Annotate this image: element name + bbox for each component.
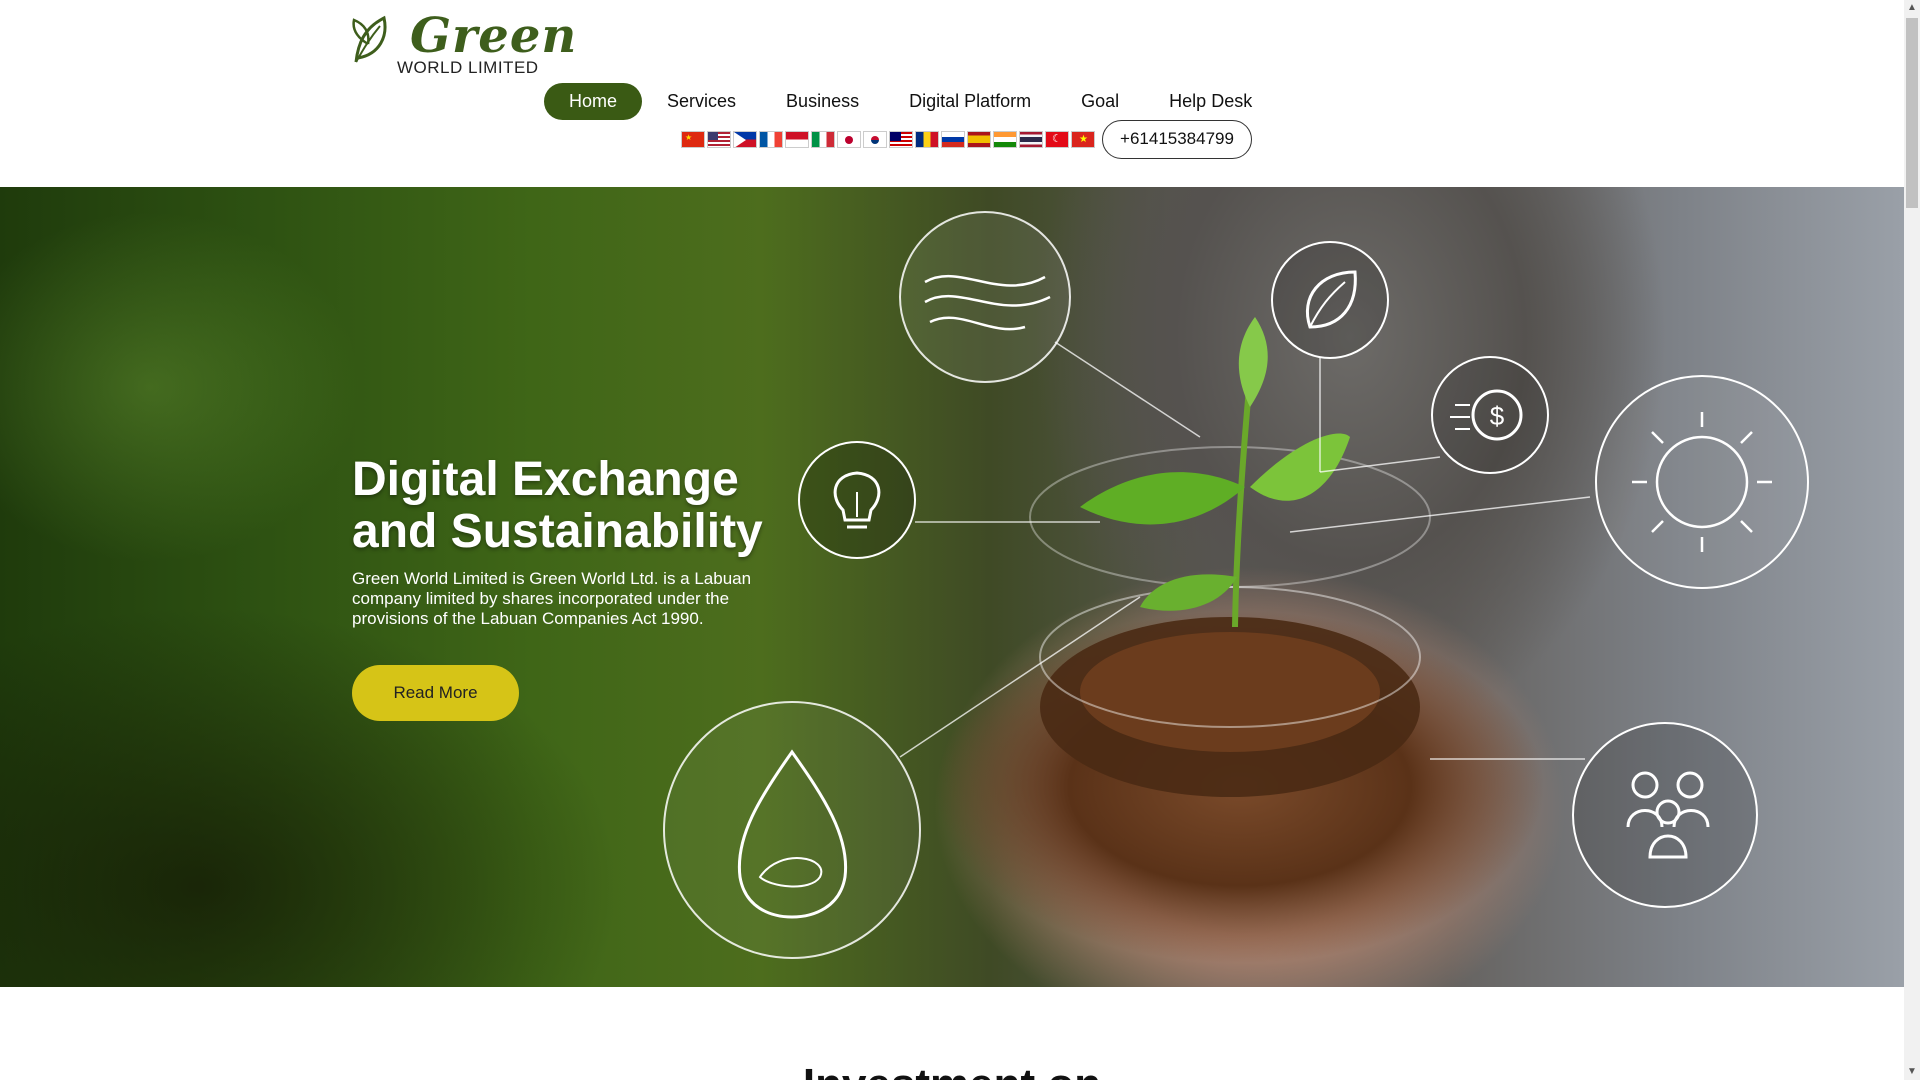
nav-item-digital-platform[interactable]: Digital Platform (884, 83, 1056, 120)
hero-title-line2: and Sustainability (352, 505, 763, 558)
italy-flag-icon[interactable] (811, 131, 835, 148)
nav-item-services[interactable]: Services (642, 83, 761, 120)
india-flag-icon[interactable] (993, 131, 1017, 148)
section-title: Investment on (0, 1060, 1904, 1080)
hero-title-line1: Digital Exchange (352, 453, 739, 506)
philippines-flag-icon[interactable] (733, 131, 757, 148)
china-flag-icon[interactable]: ★ (681, 131, 705, 148)
logo-subtitle: WORLD LIMITED (397, 58, 539, 77)
hero-banner: $ Digital Exchange and Sustainability Gr… (0, 187, 1904, 987)
hero-illustration: $ (663, 211, 1809, 959)
nav-item-goal[interactable]: Goal (1056, 83, 1144, 120)
vietnam-flag-icon[interactable]: ★ (1071, 131, 1095, 148)
sun-icon (1595, 375, 1809, 589)
language-flags: ★ ☾ ★ (681, 131, 1095, 148)
nav-item-business[interactable]: Business (761, 83, 884, 120)
russia-flag-icon[interactable] (941, 131, 965, 148)
hero-description: Green World Limited is Green World Ltd. … (352, 569, 752, 628)
lightbulb-icon (798, 441, 916, 559)
romania-flag-icon[interactable] (915, 131, 939, 148)
japan-flag-icon[interactable] (837, 131, 861, 148)
spain-flag-icon[interactable] (967, 131, 991, 148)
nav-item-help-desk[interactable]: Help Desk (1144, 83, 1277, 120)
svg-text:$: $ (1490, 401, 1505, 431)
france-flag-icon[interactable] (759, 131, 783, 148)
leaf-icon (1271, 241, 1389, 359)
people-icon (1572, 722, 1758, 908)
logo[interactable]: Green WORLD LIMITED (350, 8, 576, 78)
indonesia-flag-icon[interactable] (785, 131, 809, 148)
turkey-flag-icon[interactable]: ☾ (1045, 131, 1069, 148)
logo-wordmark: Green (410, 8, 578, 64)
water-drop-icon (663, 701, 921, 959)
thailand-flag-icon[interactable] (1019, 131, 1043, 148)
scroll-thumb[interactable] (1906, 18, 1918, 208)
scroll-down-arrow-icon[interactable]: ▼ (1904, 1064, 1920, 1080)
nav-item-home[interactable]: Home (544, 83, 643, 120)
dollar-coin-icon: $ (1431, 356, 1549, 474)
read-more-button[interactable]: Read More (352, 665, 519, 721)
main-nav: Home Services Business Digital Platform … (544, 83, 1277, 120)
malaysia-flag-icon[interactable] (889, 131, 913, 148)
wind-icon (899, 211, 1071, 383)
leaf-icon (352, 15, 387, 63)
korea-flag-icon[interactable] (863, 131, 887, 148)
scroll-up-arrow-icon[interactable]: ▲ (1904, 0, 1920, 16)
site-header: Green WORLD LIMITED Home Services Busine… (0, 0, 1904, 187)
usa-flag-icon[interactable] (707, 131, 731, 148)
phone-button[interactable]: +61415384799 (1102, 120, 1252, 159)
page-scrollbar[interactable]: ▲ ▼ (1904, 0, 1920, 1080)
